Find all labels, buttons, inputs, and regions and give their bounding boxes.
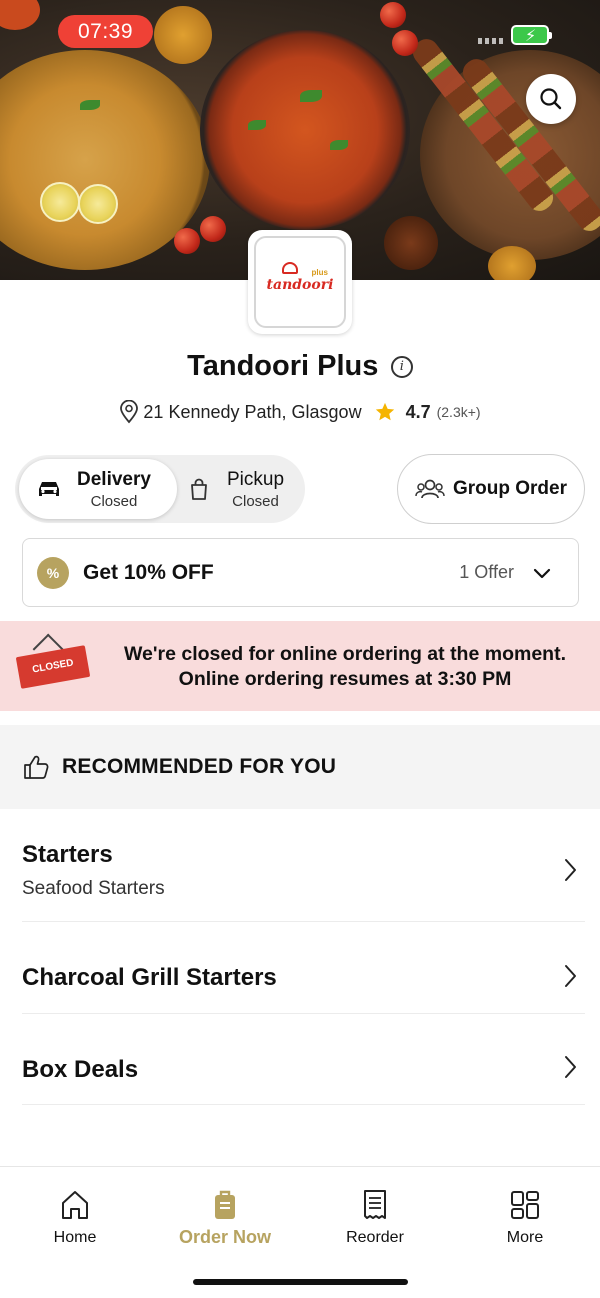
spice-bowl-image [384, 216, 438, 270]
tomato-image [200, 216, 226, 242]
herb-image [330, 140, 348, 150]
search-button[interactable] [526, 74, 576, 124]
chevron-right-icon [565, 859, 576, 881]
offer-count: 1 Offer [459, 562, 514, 582]
car-icon [39, 482, 59, 496]
logo-wordmark: tandoori [266, 277, 334, 293]
chevron-down-icon [533, 568, 551, 578]
rating-count: (2.3k+) [436, 404, 481, 420]
restaurant-title-row: Tandoori Plus i [0, 350, 600, 383]
herb-image [300, 90, 322, 102]
restaurant-meta-row: 21 Kennedy Path, Glasgow 4.7 (2.3k+) [0, 400, 600, 424]
category-row-charcoal-grill[interactable]: Charcoal Grill Starters [0, 922, 600, 1014]
delivery-option[interactable]: Delivery Closed [19, 459, 177, 519]
pickup-label: Pickup [227, 468, 285, 490]
shopping-bag-icon [191, 478, 207, 500]
category-subtitle: Seafood Starters [22, 878, 165, 899]
recommended-label: RECOMMENDED FOR YOU [62, 755, 337, 778]
closed-message: We're closed for online ordering at the … [100, 642, 590, 692]
curry-bowl-image [200, 30, 410, 230]
category-title: Charcoal Grill Starters [22, 964, 277, 991]
spice-bowl-image [488, 246, 536, 280]
offer-dropdown[interactable]: % Get 10% OFF 1 Offer [22, 538, 579, 607]
signal-icon [478, 38, 506, 44]
battery-charging-icon: ⚡ [511, 25, 552, 45]
closed-notice-banner: CLOSED We're closed for online ordering … [0, 621, 600, 711]
category-title: Starters [22, 841, 113, 868]
delivery-status: Closed [90, 492, 138, 510]
nav-more[interactable]: More [450, 1189, 600, 1247]
chevron-right-icon [565, 965, 576, 987]
group-order-label: Group Order [452, 478, 567, 499]
nav-order-now[interactable]: Order Now [150, 1189, 300, 1248]
search-icon [540, 88, 562, 110]
pickup-option[interactable]: Pickup Closed [185, 459, 301, 519]
closed-message-line1: We're closed for online ordering at the … [123, 643, 566, 665]
status-time: 07:39 [58, 15, 153, 48]
restaurant-name: Tandoori Plus [187, 350, 379, 382]
nav-reorder-label: Reorder [346, 1229, 404, 1246]
recommended-section-header: RECOMMENDED FOR YOU [0, 725, 600, 809]
discount-badge-icon: % [37, 556, 69, 589]
group-users-icon [415, 479, 445, 499]
rating-value: 4.7 [405, 401, 431, 422]
nav-order-now-label: Order Now [178, 1227, 271, 1247]
chevron-right-icon [565, 1056, 576, 1078]
nav-home-label: Home [53, 1229, 97, 1246]
tomato-image [380, 2, 406, 28]
tomato-image [174, 228, 200, 254]
restaurant-logo: plus tandoori [248, 230, 352, 334]
lemon-image [40, 182, 80, 222]
chef-hat-icon [282, 262, 298, 274]
logo-plus-text: plus [311, 268, 328, 277]
restaurant-address: 21 Kennedy Path, Glasgow [143, 401, 362, 422]
info-icon[interactable]: i [390, 355, 413, 378]
home-indicator-bar [193, 1279, 408, 1285]
category-title: Box Deals [22, 1056, 139, 1083]
location-pin-icon [120, 400, 139, 424]
category-row-starters[interactable]: Starters Seafood Starters [0, 809, 600, 922]
nav-reorder[interactable]: Reorder [300, 1189, 450, 1247]
delivery-label: Delivery [77, 468, 151, 490]
spice-bowl-image [0, 0, 40, 30]
tomato-image [392, 30, 418, 56]
group-order-button[interactable]: Group Order [397, 454, 585, 524]
pickup-status: Closed [232, 492, 279, 510]
closed-sign-icon: CLOSED [15, 645, 91, 689]
spice-bowl-image [154, 6, 212, 64]
order-mode-toggle: Delivery Closed Pickup Closed [15, 455, 305, 523]
herb-image [248, 120, 266, 130]
receipt-icon [364, 1190, 386, 1219]
lemon-image [78, 184, 118, 224]
star-icon [375, 402, 394, 421]
nav-more-label: More [506, 1229, 544, 1246]
order-bag-icon [215, 1190, 235, 1219]
closed-message-line2: Online ordering resumes at 3:30 PM [178, 668, 512, 690]
thumbs-up-icon [24, 755, 49, 779]
nav-home[interactable]: Home [0, 1189, 150, 1247]
home-icon [62, 1191, 88, 1219]
grid-icon [511, 1191, 539, 1219]
row-divider [22, 1104, 585, 1105]
category-row-box-deals[interactable]: Box Deals [0, 1014, 600, 1106]
herb-image [80, 100, 100, 110]
offer-title: Get 10% OFF [83, 560, 214, 584]
